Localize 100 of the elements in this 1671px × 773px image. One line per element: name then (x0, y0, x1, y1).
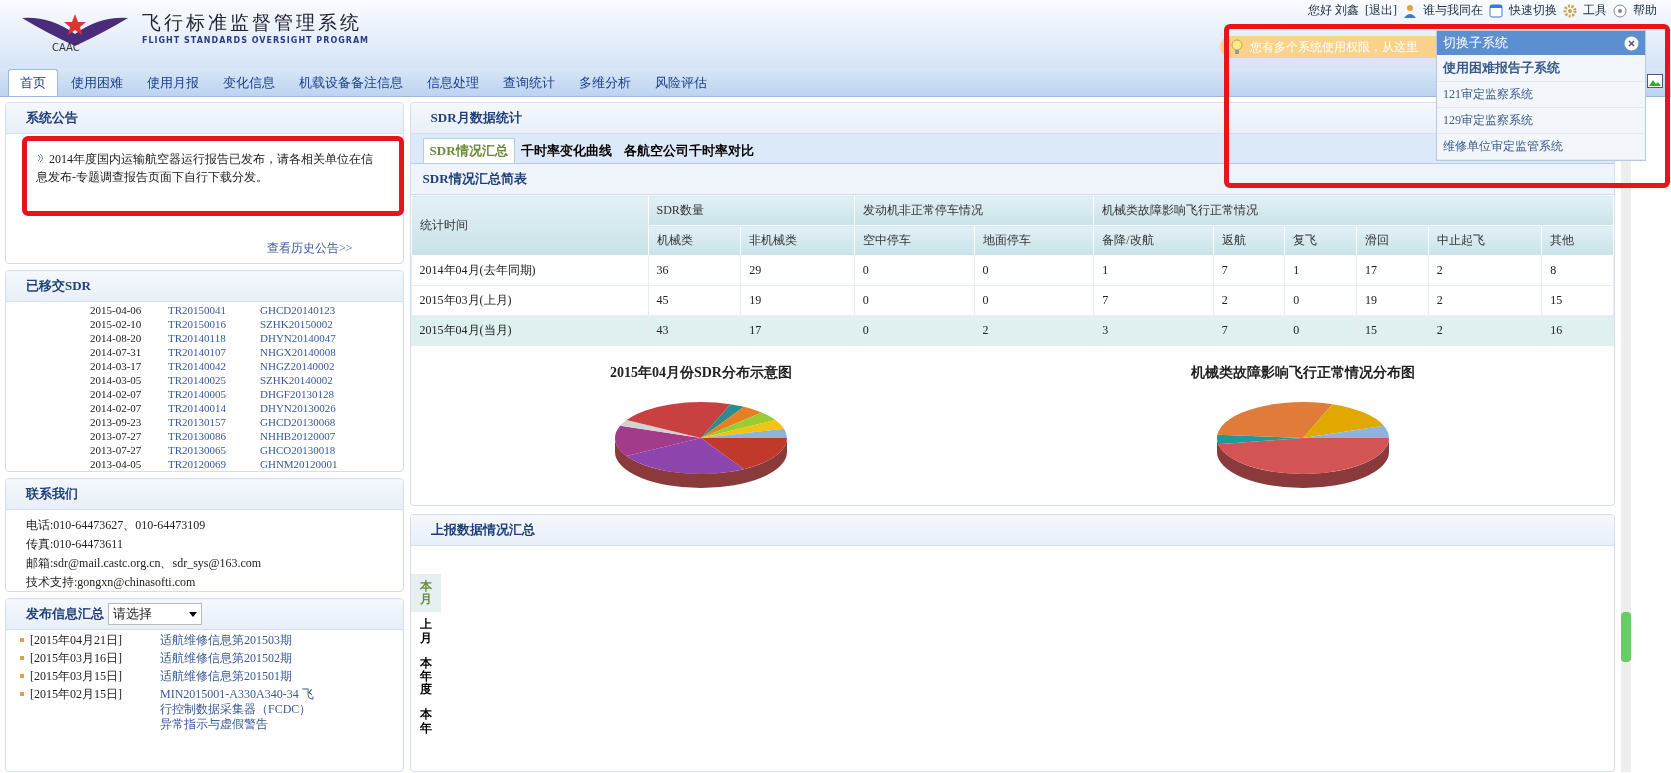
user-link[interactable]: 您好 刘鑫 (1308, 2, 1359, 19)
category-dropdown[interactable]: 请选择 (108, 603, 202, 625)
nav-tab[interactable]: 首页 (8, 69, 58, 96)
nav-tab[interactable]: 使用月报 (136, 70, 210, 96)
date-text: 2013-07-27 (90, 429, 143, 443)
date-text: [2015年02月15日] (30, 687, 123, 702)
stats-tab[interactable]: 千时率变化曲线 (514, 138, 618, 163)
report-code-link[interactable]: GHCD20130068 (260, 415, 336, 429)
table-cell: 2014年04月(去年同期) (411, 255, 648, 286)
column-header: 地面停车 (974, 225, 1094, 256)
caret-icon (189, 611, 197, 617)
table-cell: 16 (1541, 315, 1614, 346)
column-header: 其他 (1541, 225, 1614, 256)
report-code-link[interactable]: DHYN20130026 (260, 401, 336, 415)
logo-text: CAAC (52, 42, 80, 53)
subsystem-item[interactable]: 121审定监察系统 (1437, 82, 1645, 108)
sdr-link[interactable]: TR20140025 (168, 373, 238, 387)
nav-tab[interactable]: 变化信息 (212, 70, 286, 96)
table-cell: 3 (1093, 315, 1214, 346)
subsystem-item[interactable]: 维修单位审定监管系统 (1437, 134, 1645, 160)
history-link[interactable]: 查看历史公告>> (266, 240, 379, 257)
sdr-link[interactable]: TR20140118 (168, 331, 238, 345)
table-cell: 2 (1213, 285, 1285, 316)
notice-text: 您有多个系统使用权限，从这里 (1250, 38, 1418, 56)
user-link[interactable]: [退出] (1365, 2, 1397, 19)
sdr-link[interactable]: TR20150041 (168, 303, 238, 317)
publication-link[interactable]: MIN2015001-A330A340-34 飞行控制数据采集器（FCDC）异常指示与虚假警告 (160, 687, 320, 732)
nav-tab[interactable]: 风险评估 (644, 70, 718, 96)
publication-link[interactable]: 适航维修信息第201503期 (160, 633, 320, 648)
sdr-link[interactable]: TR20140107 (168, 345, 238, 359)
date-text: 2013-04-05 (90, 457, 143, 471)
close-icon[interactable] (1624, 35, 1639, 51)
table-cell: 15 (1541, 285, 1614, 316)
column-group-header: 机械类故障影响飞行正常情况 (1093, 195, 1614, 226)
column-group-header: 发动机非正常停车情况 (854, 195, 1094, 226)
table-cell: 2 (974, 315, 1094, 346)
report-code-link[interactable]: NHGZ20140002 (260, 359, 335, 373)
user-link[interactable]: 工具 (1583, 2, 1607, 19)
report-code-link[interactable]: NHHB20120007 (260, 429, 336, 443)
table-cell: 29 (740, 255, 855, 286)
user-link[interactable]: 帮助 (1633, 2, 1657, 19)
person-icon[interactable] (1403, 3, 1417, 18)
report-code-link[interactable]: GHCD20140123 (260, 303, 336, 317)
window-icon[interactable] (1489, 3, 1503, 18)
report-code-link[interactable]: DHYN20140047 (260, 331, 336, 345)
nav-tab[interactable]: 机载设备备注信息 (288, 70, 414, 96)
report-code-link[interactable]: SZHK20140002 (260, 373, 333, 387)
table-cell: 15 (1356, 315, 1429, 346)
table-cell: 43 (648, 315, 741, 346)
bullet-icon (20, 692, 24, 696)
publication-link[interactable]: 适航维修信息第201501期 (160, 669, 320, 684)
subsystem-item[interactable]: 129审定监察系统 (1437, 108, 1645, 134)
table-cell: 19 (740, 285, 855, 316)
column-header: 复飞 (1284, 225, 1357, 256)
panel-title: 系统公告 (6, 103, 403, 134)
system-title: 飞行标准监督管理系统 (142, 9, 363, 35)
column-group-header: SDR数量 (648, 195, 855, 226)
table-cell: 7 (1213, 315, 1285, 346)
system-subtitle: FLIGHT STANDARDS OVERSIGHT PROGRAM (142, 35, 370, 45)
settings-icon[interactable] (1563, 3, 1577, 18)
chart-title: 2015年04月份SDR分布示意图 (609, 364, 792, 382)
table-cell: 0 (974, 285, 1094, 316)
sdr-link[interactable]: TR20130086 (168, 429, 238, 443)
table-cell: 1 (1284, 255, 1357, 286)
column-header: 机械类 (648, 225, 741, 256)
stats-tab[interactable]: 各航空公司千时率对比 (617, 138, 760, 163)
column-header: 统计时间 (411, 195, 648, 256)
sdr-link[interactable]: TR20130157 (168, 415, 238, 429)
help-icon[interactable] (1613, 3, 1627, 18)
nav-tab[interactable]: 多维分析 (568, 70, 642, 96)
table-cell: 45 (648, 285, 741, 316)
panel-title: 上报数据情况汇总 (410, 515, 1615, 546)
date-text: 2014-02-07 (90, 401, 143, 415)
user-link[interactable]: 快速切换 (1509, 2, 1557, 19)
nav-tab[interactable]: 信息处理 (416, 70, 490, 96)
report-code-link[interactable]: SZHK20150002 (260, 317, 333, 331)
sdr-link[interactable]: TR20140005 (168, 387, 238, 401)
sdr-link[interactable]: TR20130065 (168, 443, 238, 457)
publication-link[interactable]: 适航维修信息第201502期 (160, 651, 320, 666)
nav-tab[interactable]: 使用困难 (60, 70, 134, 96)
period-tab[interactable]: 本月 (410, 574, 441, 613)
sdr-link[interactable]: TR20140042 (168, 359, 238, 373)
report-code-link[interactable]: GHCO20130018 (260, 443, 336, 457)
sdr-link[interactable]: TR20140014 (168, 401, 238, 415)
user-link[interactable]: 谁与我同在 (1423, 2, 1483, 19)
date-text: 2014-02-07 (90, 387, 143, 401)
report-code-link[interactable]: GHNM20120001 (260, 457, 338, 471)
table-cell: 0 (1284, 285, 1357, 316)
report-code-link[interactable]: DHGF20130128 (260, 387, 334, 401)
stats-tab[interactable]: SDR情况汇总 (422, 138, 515, 163)
contact-line: 邮箱:sdr@mail.castc.org.cn、sdr_sys@163.com (26, 555, 263, 572)
date-text: [2015年03月15日] (30, 669, 123, 684)
report-code-link[interactable]: NHGX20140008 (260, 345, 336, 359)
table-cell: 0 (974, 255, 1094, 286)
sdr-link[interactable]: TR20120069 (168, 457, 238, 471)
subsystem-item[interactable]: 使用困难报告子系统 (1437, 55, 1645, 82)
picture-icon[interactable] (1647, 74, 1663, 88)
lightbulb-icon (1230, 39, 1244, 55)
sdr-link[interactable]: TR20150016 (168, 317, 238, 331)
nav-tab[interactable]: 查询统计 (492, 70, 566, 96)
